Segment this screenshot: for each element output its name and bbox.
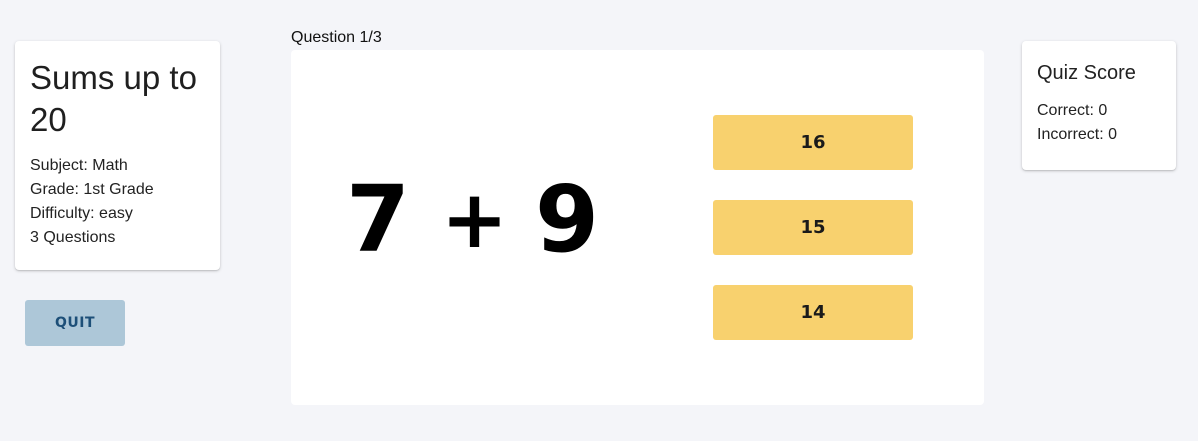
answer-button-2[interactable]: 15: [713, 200, 913, 255]
answer-button-1[interactable]: 16: [713, 115, 913, 170]
answer-button-3[interactable]: 14: [713, 285, 913, 340]
quiz-question-count: 3 Questions: [30, 229, 116, 246]
quit-button[interactable]: QUIT: [25, 300, 125, 346]
quiz-title: Sums up to 20: [30, 59, 197, 138]
operator-plus: +: [441, 173, 509, 266]
quiz-grade: Grade: 1st Grade: [30, 181, 154, 198]
quiz-subject: Subject: Math: [30, 157, 128, 174]
quiz-difficulty: Difficulty: easy: [30, 205, 133, 222]
score-title: Quiz Score: [1037, 62, 1136, 84]
correct-count: Correct: 0: [1037, 102, 1108, 119]
quiz-score-card: Quiz Score Correct: 0 Incorrect: 0: [1022, 41, 1176, 170]
quiz-info-card: Sums up to 20 Subject: Math Grade: 1st G…: [15, 41, 220, 270]
math-expression: 7 + 9: [291, 50, 691, 405]
question-card: 7 + 9 16 15 14: [291, 50, 984, 405]
incorrect-count: Incorrect: 0: [1037, 126, 1118, 143]
question-progress-label: Question 1/3: [291, 29, 382, 46]
operand-a: 7: [346, 166, 411, 273]
operand-b: 9: [535, 166, 600, 273]
